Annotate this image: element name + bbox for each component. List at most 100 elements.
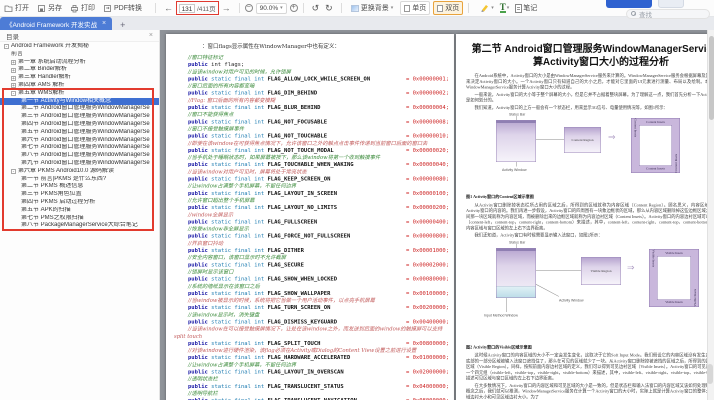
code-comment: //当该window对用户可见时，屏幕将处于常亮状态 — [174, 168, 446, 175]
code-comment: //锁屏时显示该窗口 — [174, 268, 446, 275]
code-comment: //当该window对用户可见的时候，允许锁屏 — [174, 68, 446, 75]
vertical-scrollbar[interactable] — [707, 30, 714, 400]
bookmark-item[interactable]: 第三节 Android窗口管理服务WindowManagerSe — [0, 113, 159, 121]
activity-window-label: Activity Window — [559, 298, 584, 304]
figure2-caption: 图2 Activity窗口的Visible区域示意图 — [466, 344, 714, 350]
print-label: 打印 — [81, 3, 95, 13]
code-comment: //当手机处于睡眠状态时，如果屏幕被按下，那么该window将第一个收到触摸事件 — [174, 154, 446, 161]
code-flag-constant: public static final int FLAG_DISMISS_KEY… — [174, 318, 446, 325]
code-flag-constant: public static final int FLAG_SPLIT_TOUCH… — [174, 340, 446, 347]
bookmark-label: 第二节 Android窗口管理服务WindowManagerSe — [21, 105, 150, 113]
bookmark-label: 第四章 AMS 解析 — [18, 82, 64, 90]
paragraph: 在Android系统中，Activity窗口的大小是由WindowManager… — [466, 73, 714, 90]
expand-icon[interactable]: + — [11, 76, 16, 81]
pdf-convert-button[interactable]: PDF转换 — [103, 3, 142, 13]
bookmark-item[interactable]: 前言 — [0, 51, 159, 59]
bookmark-item[interactable]: +第三章 Handler解析 — [0, 74, 159, 82]
visible-region-box: Visible Region — [581, 257, 621, 285]
text-color-tool[interactable]: T ▾ — [500, 3, 510, 13]
bookmark-item[interactable]: +第二章 Binder解析 — [0, 66, 159, 74]
print-button[interactable]: 打印 — [70, 3, 95, 13]
bookmark-item[interactable]: -Android Framework 开发揭秘 — [0, 43, 159, 51]
bookmark-item[interactable]: +第一章 系统启动流程分析 — [0, 59, 159, 67]
zoom-out-icon[interactable]: − — [245, 4, 253, 12]
code-comment: //对该window进行硬件渲染，该flag必须在Activity或Dialog… — [174, 347, 446, 354]
bookmark-item[interactable]: 第九节 Android窗口管理服务WindowManagerSe — [0, 160, 159, 168]
bookmark-label: 第二节 PKMS 概述信息 — [21, 183, 83, 191]
figure1-diagram: Status Bar Activity Window Content Regio… — [466, 112, 714, 192]
rotate-right-button[interactable]: ↻ — [325, 3, 333, 14]
save-as-button[interactable]: 另存 — [37, 3, 62, 13]
code-comment: //透明导航栏 — [174, 390, 446, 397]
diagram-connector — [536, 270, 581, 271]
bookmark-item[interactable]: 第五节 Android窗口管理服务WindowManagerSe — [0, 129, 159, 137]
collapse-icon[interactable]: - — [4, 44, 9, 49]
code-flag-constant: public static final int FLAG_SHOW_WALLPA… — [174, 290, 446, 297]
collapse-icon[interactable]: - — [11, 91, 16, 96]
new-tab-button[interactable]: + — [120, 20, 125, 30]
bookmark-item[interactable]: 第七节 PMS之权限扫描 — [0, 215, 159, 223]
bookmark-item[interactable]: 第二节 PKMS 概述信息 — [0, 183, 159, 191]
code-comment: //窗口特征标记 — [174, 54, 446, 61]
code-flag-constant: public static final int FLAG_TOUCHABLE_W… — [174, 161, 446, 168]
bookmark-item[interactable]: 第一节 前言|PKMS 是什么东西? — [0, 176, 159, 184]
bookmark-item[interactable]: 第二节 Android窗口管理服务WindowManagerSe — [0, 105, 159, 113]
content-region-label: Content Region — [565, 138, 601, 144]
code-comment: //窗口后面的所有内容都变暗 — [174, 83, 446, 90]
bookmark-item[interactable]: 第六节 Android窗口管理服务WindowManagerSe — [0, 137, 159, 145]
next-page-button[interactable]: → — [222, 3, 231, 13]
bookmark-tree: -Android Framework 开发揭秘前言+第一章 系统启动流程分析+第… — [0, 42, 159, 400]
search-box[interactable]: 查找 — [626, 9, 710, 19]
page-number-input[interactable]: 131 — [179, 4, 195, 13]
single-page-toggle[interactable]: 单页 — [400, 1, 430, 15]
titlebar-primary-button[interactable] — [606, 0, 652, 8]
bookmark-item[interactable]: -第六章 PKMS Android10.0 源码解读 — [0, 168, 159, 176]
zoom-level-select[interactable]: 90.0%▾ — [256, 3, 287, 14]
rotate-left-button[interactable]: ↺ — [312, 3, 320, 14]
expand-icon[interactable]: + — [11, 68, 16, 73]
visible-insets-frame: Visible Insets Visible Insets Visible In… — [649, 249, 699, 307]
bookmarks-sidebar: 目录 × -Android Framework 开发揭秘前言+第一章 系统启动流… — [0, 30, 160, 400]
expand-icon[interactable]: + — [11, 60, 16, 65]
document-view[interactable]: ：窗口flags显示属性在WindowManager中也有定义： //窗口特征标… — [160, 30, 714, 400]
bookmark-item[interactable]: 第七节 Android窗口管理服务WindowManagerSe — [0, 144, 159, 152]
expand-icon[interactable]: + — [11, 83, 16, 88]
titlebar-secondary-button[interactable] — [658, 0, 684, 8]
bookmark-item[interactable]: 第五节 APK的扫描 — [0, 207, 159, 215]
bookmark-label: 第六章 PKMS Android10.0 源码解读 — [18, 168, 114, 176]
open-button[interactable]: 打开 — [4, 3, 29, 13]
code-comment: //让window占满整个手机屏幕，不留任何边界 — [174, 361, 446, 368]
bookmark-label: 第八节 Android窗口管理服务WindowManagerSe — [21, 152, 150, 160]
paragraph: 这时候Activity窗口的内容区域的大小不一定会发生变化，这取决于它的Soft… — [466, 353, 714, 382]
note-label: 笔记 — [523, 3, 537, 13]
highlighter-tool[interactable]: ▾ — [480, 3, 494, 13]
document-tab-bar: 《Android Framework 开发实战 × + — [0, 17, 714, 30]
code-flag-constant: public static final int FLAG_ALLOW_LOCK_… — [174, 75, 446, 82]
bookmark-item[interactable]: +第四章 AMS 解析 — [0, 82, 159, 90]
tab-android-framework[interactable]: 《Android Framework 开发实战 × — [0, 17, 112, 30]
code-comment: //恢复window非全屏显示 — [174, 226, 446, 233]
toolbar-separator — [155, 3, 156, 13]
bookmark-item[interactable]: 第三节 PKMS角色位置 — [0, 191, 159, 199]
bookmark-item[interactable]: 第一节 Activity与Window相关概念 — [0, 98, 159, 106]
tab-close-icon[interactable]: × — [102, 20, 106, 27]
bookmark-label: 第二章 Binder解析 — [18, 66, 67, 74]
bookmark-label: 第五节 Android窗口管理服务WindowManagerSe — [21, 129, 150, 137]
content-region-box: Content Region — [564, 127, 601, 153]
bookmark-item[interactable]: 第四节 Android窗口管理服务WindowManagerSe — [0, 121, 159, 129]
code-comment: //系统的墙纸显示在该窗口之后 — [174, 283, 446, 290]
sidebar-close-icon[interactable]: × — [149, 32, 153, 39]
double-page-toggle[interactable]: 双页 — [433, 1, 463, 15]
zoom-in-icon[interactable]: + — [290, 4, 298, 12]
note-tool[interactable]: 笔记 — [515, 3, 537, 13]
bookmark-item[interactable]: -第五章 WMS解析 — [0, 90, 159, 98]
floating-scroll-widget[interactable] — [707, 364, 713, 384]
change-background-button[interactable]: 更换背景 ▾ — [347, 1, 398, 15]
bookmark-item[interactable]: 第八节 Android窗口管理服务WindowManagerSe — [0, 152, 159, 160]
code-comment: //window全屏显示 — [174, 211, 446, 218]
bookmark-item[interactable]: 第四节 PKMS 启动过程分析 — [0, 199, 159, 207]
scrollbar-thumb[interactable] — [709, 36, 714, 120]
collapse-icon[interactable]: - — [11, 169, 16, 174]
prev-page-button[interactable]: ← — [164, 3, 173, 13]
bookmark-item[interactable]: 第八节 PackageManagerService大综合笔记 — [0, 222, 159, 230]
